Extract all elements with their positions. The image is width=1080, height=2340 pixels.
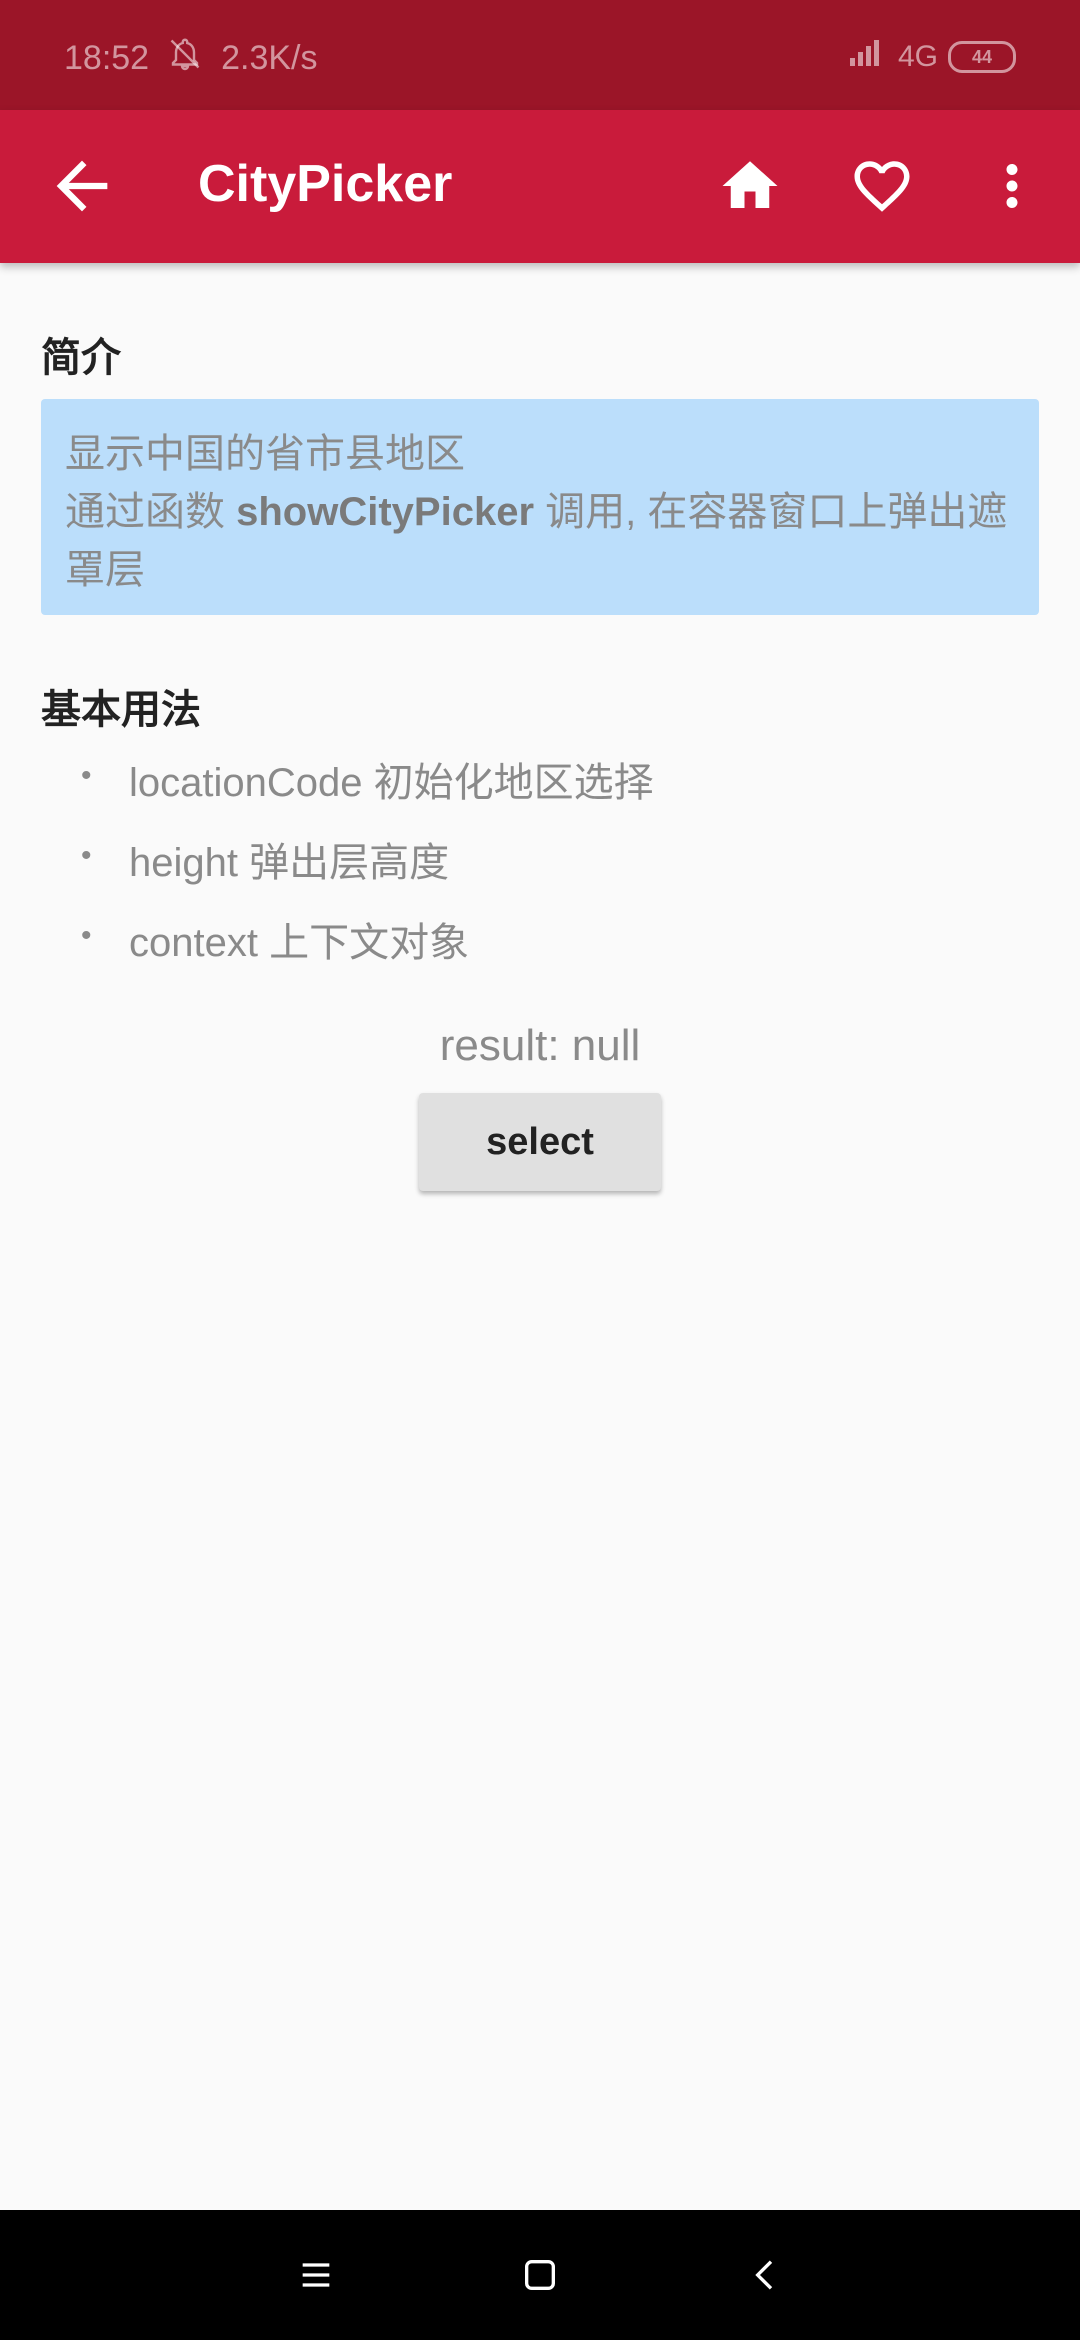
list-item: • context 上下文对象 [41, 903, 1039, 983]
net-speed: 2.3K/s [221, 39, 318, 77]
back-arrow-icon [56, 160, 108, 212]
back-nav-button[interactable] [736, 2245, 796, 2305]
favorite-button[interactable] [844, 148, 920, 224]
signal-icon [848, 38, 888, 76]
bullet-icon: • [81, 759, 92, 792]
app-bar: CityPicker [0, 110, 1080, 263]
menu-button[interactable] [286, 2245, 346, 2305]
network-type: 4G [897, 40, 938, 73]
battery-level: 44 [971, 46, 993, 67]
status-right: 4G 44 [848, 38, 1016, 76]
home-button[interactable] [712, 148, 788, 224]
intro-function-name: showCityPicker [236, 490, 535, 534]
status-time: 18:52 [64, 39, 150, 77]
home-nav-button[interactable] [510, 2245, 570, 2305]
list-item-text: height 弹出层高度 [129, 841, 450, 885]
app-title: CityPicker [198, 155, 453, 213]
list-item: • height 弹出层高度 [41, 823, 1039, 903]
back-button[interactable] [44, 148, 120, 224]
result-text: result: null [439, 1021, 641, 1070]
status-bar: 18:52 2.3K/s 4G 44 [0, 0, 1080, 110]
intro-line-2: 通过函数 showCityPicker 调用, 在容器窗口上弹出遮罩层 [65, 483, 1015, 599]
more-vert-icon [1006, 164, 1018, 208]
bullet-icon: • [81, 839, 92, 872]
usage-title: 基本用法 [41, 688, 201, 732]
intro-box: 显示中国的省市县地区 通过函数 showCityPicker 调用, 在容器窗口… [41, 399, 1039, 615]
status-left: 18:52 2.3K/s [64, 36, 317, 81]
select-button[interactable]: select [419, 1093, 661, 1191]
intro-line-2-prefix: 通过函数 [65, 490, 237, 534]
home-icon [722, 161, 778, 208]
list-item-text: context 上下文对象 [129, 921, 470, 965]
more-options-button[interactable] [974, 148, 1050, 224]
intro-line-1: 显示中国的省市县地区 [65, 432, 465, 476]
battery-icon: 44 [948, 41, 1016, 73]
list-item: • locationCode 初始化地区选择 [41, 743, 1039, 823]
menu-icon [302, 2263, 330, 2287]
square-icon [525, 2260, 555, 2290]
navigation-bar [0, 2210, 1080, 2340]
heart-outline-icon [854, 161, 910, 212]
usage-list: • locationCode 初始化地区选择 • height 弹出层高度 • con… [41, 743, 1039, 983]
mute-icon [167, 36, 203, 81]
bullet-icon: • [81, 919, 92, 952]
list-item-text: locationCode 初始化地区选择 [129, 761, 654, 805]
chevron-left-icon [755, 2260, 773, 2290]
intro-title: 简介 [41, 336, 121, 380]
